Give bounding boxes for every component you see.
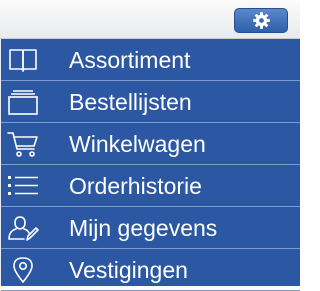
tray-stack-icon (5, 87, 41, 117)
list-icon (5, 171, 41, 201)
cart-icon (5, 129, 41, 159)
menu-item-assortiment[interactable]: Assortiment (1, 39, 300, 81)
menu-item-bestellijsten[interactable]: Bestellijsten (1, 81, 300, 123)
gear-icon (252, 12, 270, 29)
menu-item-mijn-gegevens[interactable]: Mijn gegevens (1, 207, 300, 249)
menu-item-vestigingen[interactable]: Vestigingen (1, 249, 300, 291)
menu-item-label: Orderhistorie (69, 173, 202, 199)
menu-item-label: Vestigingen (69, 257, 188, 283)
menu-item-label: Bestellijsten (69, 89, 192, 115)
menu-item-label: Assortiment (69, 47, 191, 73)
menu-item-label: Mijn gegevens (69, 215, 218, 241)
book-icon (5, 45, 41, 75)
user-edit-icon (5, 213, 41, 243)
top-bar (0, 0, 300, 39)
menu-item-orderhistorie[interactable]: Orderhistorie (1, 165, 300, 207)
settings-button[interactable] (234, 8, 288, 33)
menu-item-winkelwagen[interactable]: Winkelwagen (1, 123, 300, 165)
menu-item-label: Winkelwagen (69, 131, 206, 157)
main-menu: Assortiment Bestellijsten Winkelwagen Or… (0, 39, 300, 291)
location-pin-icon (5, 255, 41, 285)
